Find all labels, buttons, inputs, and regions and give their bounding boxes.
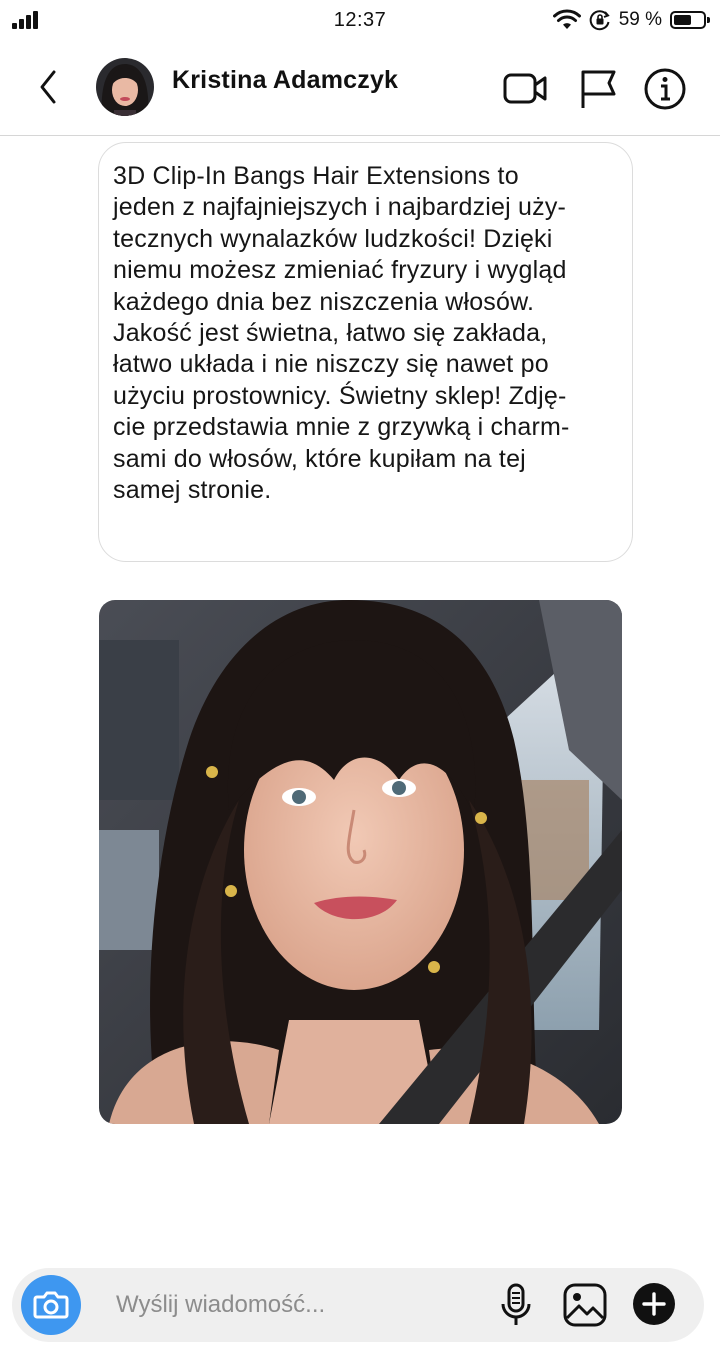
flag-icon[interactable] bbox=[576, 66, 622, 112]
message-line: każdego dnia bez niszczenia włosów. bbox=[113, 287, 535, 316]
wifi-icon bbox=[552, 9, 581, 29]
message-line: cie przedstawia mnie z grzywką i charm- bbox=[113, 413, 570, 442]
camera-icon bbox=[33, 1291, 69, 1319]
message-line: łatwo układa i nie niszczy się nawet po bbox=[113, 350, 549, 379]
status-indicators: 59 % bbox=[552, 8, 710, 32]
chat-header: Kristina Adamczyk bbox=[0, 42, 720, 136]
message-line: jeden z najfajniejszych i najbardziej uż… bbox=[113, 193, 567, 222]
gallery-icon[interactable] bbox=[562, 1282, 608, 1328]
info-icon[interactable] bbox=[642, 66, 688, 112]
microphone-icon[interactable] bbox=[498, 1282, 534, 1328]
message-text: 3D Clip-In Bangs Hair Extensions to jede… bbox=[113, 161, 616, 506]
rotation-lock-icon bbox=[589, 10, 610, 31]
message-line: tecznych wynalazków ludzkości! Dzięki bbox=[113, 224, 553, 253]
video-call-icon[interactable] bbox=[502, 66, 548, 112]
message-input[interactable] bbox=[116, 1284, 476, 1326]
message-line: samej stronie. bbox=[113, 476, 272, 505]
message-line: niemu możesz zmieniać fryzury i wygląd bbox=[113, 256, 567, 285]
back-chevron-icon[interactable] bbox=[34, 66, 64, 108]
message-bubble[interactable]: 3D Clip-In Bangs Hair Extensions to jede… bbox=[98, 142, 633, 562]
contact-name[interactable]: Kristina Adamczyk bbox=[172, 66, 398, 95]
battery-percent: 59 % bbox=[618, 9, 662, 30]
message-line: sami do włosów, które kupiłam na tej bbox=[113, 444, 526, 473]
battery-level bbox=[674, 15, 691, 25]
message-photo[interactable] bbox=[99, 600, 622, 1124]
status-bar: 12:37 59 % bbox=[0, 0, 720, 42]
message-line: 3D Clip-In Bangs Hair Extensions to bbox=[113, 162, 519, 190]
plus-icon[interactable] bbox=[632, 1282, 676, 1326]
avatar[interactable] bbox=[96, 58, 154, 116]
message-line: użyciu prostownicy. Świetny sklep! Zdję- bbox=[113, 381, 567, 410]
message-composer bbox=[12, 1268, 704, 1342]
message-line: Jakość jest świetna, łatwo się zakłada, bbox=[113, 319, 548, 348]
battery-icon bbox=[670, 11, 710, 29]
camera-button[interactable] bbox=[21, 1275, 81, 1335]
